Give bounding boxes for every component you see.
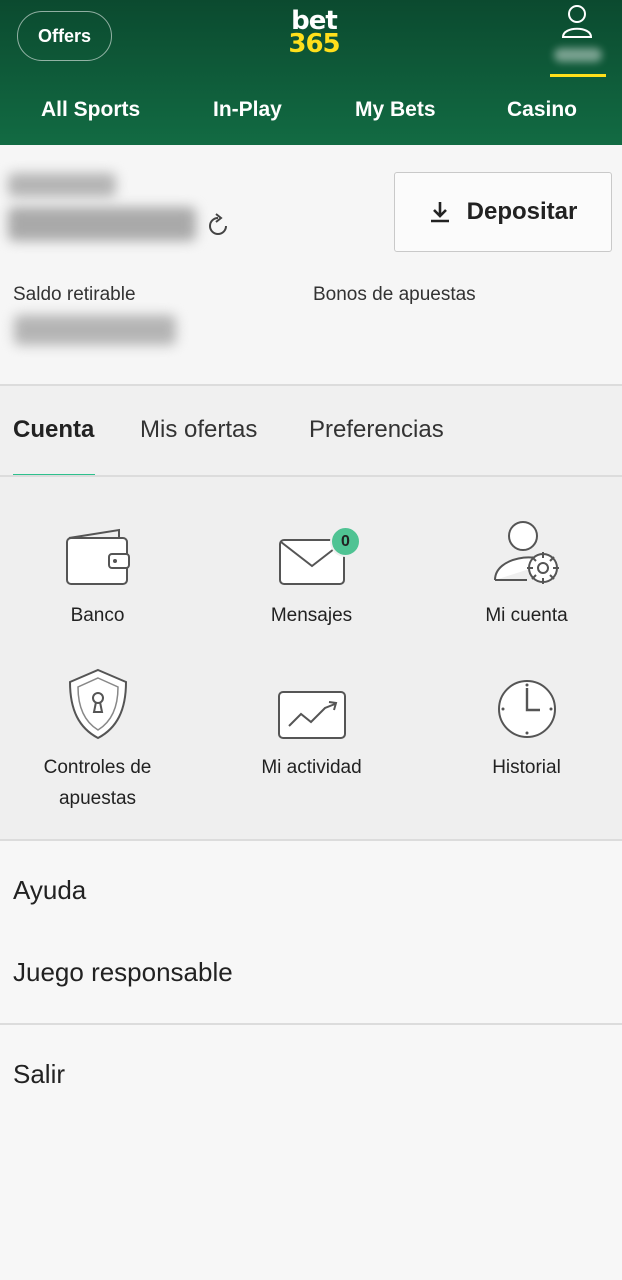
refresh-icon[interactable] [205, 213, 231, 244]
grid-item-mensajes[interactable]: Mensajes [208, 508, 415, 631]
total-balance-redacted [8, 207, 196, 241]
nav-all-sports[interactable]: All Sports [41, 98, 140, 122]
bet-bonus-label: Bonos de apuestas [313, 284, 476, 305]
grid-label: Mi actividad [261, 757, 362, 778]
account-active-indicator [550, 74, 606, 77]
main-nav: All Sports In-Play My Bets Casino [0, 88, 622, 132]
user-settings-icon [493, 521, 559, 584]
grid-label: Banco [70, 605, 125, 626]
nav-my-bets[interactable]: My Bets [355, 98, 436, 122]
tab-mis-ofertas[interactable]: Mis ofertas [140, 416, 257, 444]
messages-count-badge: 0 [330, 526, 361, 557]
grid-label: Mi cuenta [485, 605, 568, 626]
grid-item-mi-actividad[interactable]: Mi actividad [208, 660, 415, 783]
nav-casino[interactable]: Casino [507, 98, 577, 122]
balance-section: Depositar Saldo retirable Bonos de apues… [0, 145, 622, 385]
deposit-button[interactable]: Depositar [394, 172, 612, 252]
account-button[interactable] [548, 4, 606, 78]
logout-menu: Salir [0, 1025, 622, 1280]
grid-label: Controles de apuestas [43, 757, 152, 809]
menu-item-salir[interactable]: Salir [13, 1059, 65, 1090]
grid-item-historial[interactable]: Historial [423, 660, 622, 783]
top-header: Offers bet 365 All Sports In-Play My Bet… [0, 0, 622, 145]
logo-text-365: 365 [288, 29, 340, 59]
tab-preferencias[interactable]: Preferencias [309, 416, 444, 444]
header-balance-redacted [554, 48, 602, 62]
shield-lock-icon [68, 668, 127, 740]
activity-chart-icon [277, 691, 346, 739]
clock-icon [497, 680, 556, 738]
grid-item-controles-de-apuestas[interactable]: Controles de apuestas [0, 660, 201, 814]
menu-item-ayuda[interactable]: Ayuda [13, 875, 86, 906]
wallet-icon [65, 528, 130, 585]
grid-label: Historial [492, 757, 561, 778]
withdrawable-balance-redacted [14, 315, 176, 345]
account-tabs: Cuenta Mis ofertas Preferencias [0, 386, 622, 477]
nav-in-play[interactable]: In-Play [213, 98, 282, 122]
grid-label: Mensajes [270, 605, 353, 626]
offers-button[interactable]: Offers [17, 11, 112, 61]
menu-item-juego-responsable[interactable]: Juego responsable [13, 957, 233, 988]
grid-item-banco[interactable]: Banco [0, 508, 201, 631]
bet365-logo[interactable]: bet 365 [284, 8, 344, 59]
user-icon [561, 5, 593, 38]
tab-cuenta[interactable]: Cuenta [13, 416, 94, 444]
username-redacted [8, 173, 116, 197]
withdrawable-balance-label: Saldo retirable [13, 284, 136, 305]
deposit-label: Depositar [466, 198, 578, 225]
grid-item-mi-cuenta[interactable]: Mi cuenta [423, 508, 622, 631]
help-menu: Ayuda Juego responsable [0, 841, 622, 1023]
download-icon [430, 202, 449, 223]
